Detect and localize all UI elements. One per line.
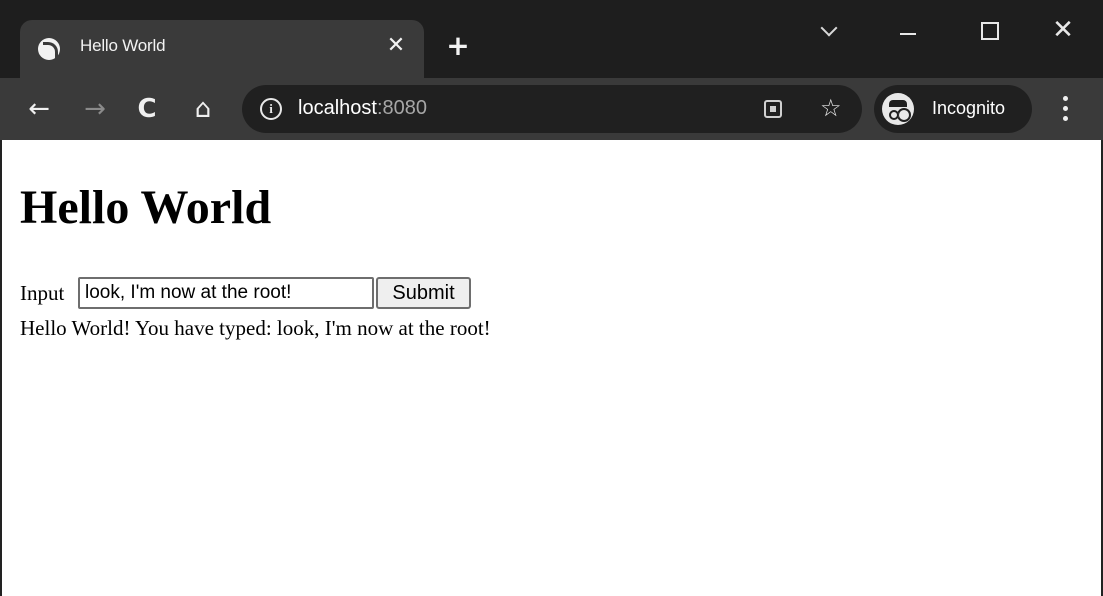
page-content: Hello World Input Submit Hello World! Yo… — [0, 140, 1103, 596]
menu-dot — [1063, 96, 1068, 101]
incognito-profile-button[interactable]: Incognito — [874, 85, 1032, 133]
url-port: :8080 — [376, 97, 427, 119]
new-tab-button[interactable]: + — [444, 32, 472, 60]
qr-code-icon[interactable] — [764, 100, 782, 118]
menu-dots-icon[interactable] — [1050, 92, 1080, 126]
reload-button[interactable]: C — [130, 92, 164, 126]
tab-hello-world[interactable]: Hello World ✕ — [20, 20, 424, 80]
bookmark-star-icon[interactable]: ☆ — [820, 94, 842, 122]
minimize-button[interactable] — [890, 14, 926, 50]
menu-dot — [1063, 106, 1068, 111]
info-icon[interactable]: i — [260, 98, 282, 120]
incognito-label: Incognito — [932, 98, 1006, 118]
globe-icon — [38, 38, 60, 60]
home-button[interactable]: ⌂ — [186, 92, 220, 126]
text-input[interactable] — [78, 277, 374, 309]
browser-toolbar: ← → C ⌂ i localhost:8080 ☆ Incognito — [0, 78, 1103, 140]
maximize-button[interactable] — [970, 14, 1006, 50]
menu-dot — [1063, 116, 1068, 121]
tab-title: Hello World — [80, 36, 166, 55]
url-text[interactable]: localhost:8080 — [298, 97, 427, 120]
page-heading: Hello World — [20, 181, 272, 234]
title-bar: Hello World ✕ + ✕ — [0, 0, 1103, 80]
forward-button[interactable]: → — [78, 92, 112, 126]
close-window-button[interactable]: ✕ — [1045, 14, 1081, 50]
back-button[interactable]: ← — [22, 92, 56, 126]
address-bar[interactable]: i localhost:8080 ☆ — [242, 85, 862, 133]
tab-close-button[interactable]: ✕ — [384, 32, 408, 60]
input-label: Input — [20, 281, 65, 305]
incognito-icon — [882, 93, 914, 125]
chevron-down-icon[interactable] — [812, 14, 848, 50]
submit-button[interactable]: Submit — [376, 277, 471, 309]
browser-window: Hello World ✕ + ✕ ← → C ⌂ i localhost:80… — [0, 0, 1103, 596]
url-host: localhost — [298, 97, 377, 119]
result-text: Hello World! You have typed: look, I'm n… — [20, 316, 491, 340]
